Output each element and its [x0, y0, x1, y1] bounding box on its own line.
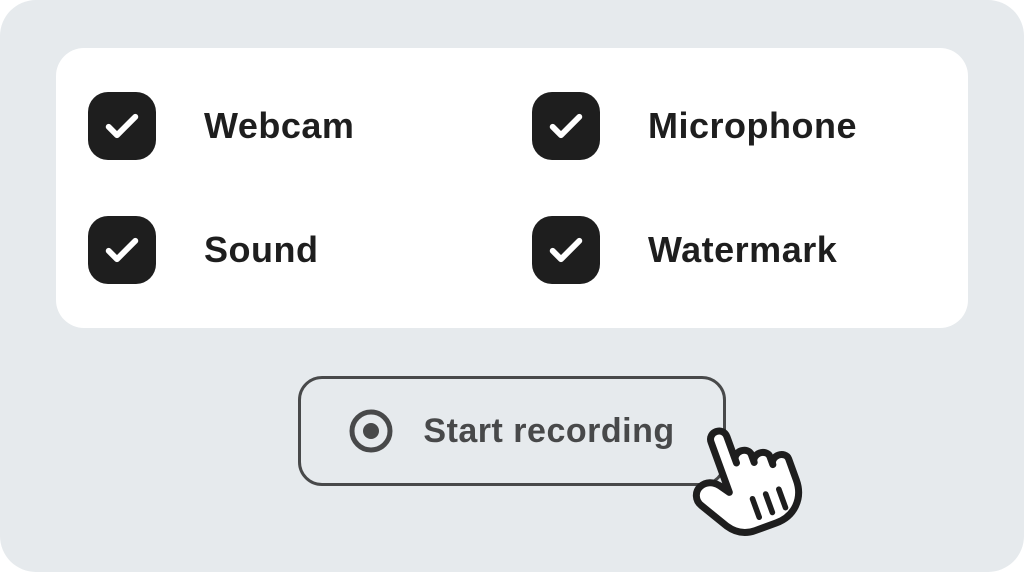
option-webcam[interactable]: Webcam — [88, 92, 492, 160]
checkbox-sound[interactable] — [88, 216, 156, 284]
label-webcam: Webcam — [204, 105, 354, 147]
check-icon — [546, 106, 586, 146]
record-icon — [349, 409, 393, 453]
checkbox-microphone[interactable] — [532, 92, 600, 160]
label-sound: Sound — [204, 229, 318, 271]
label-watermark: Watermark — [648, 229, 837, 271]
start-recording-button[interactable]: Start recording — [298, 376, 725, 486]
option-sound[interactable]: Sound — [88, 216, 492, 284]
option-watermark[interactable]: Watermark — [532, 216, 936, 284]
record-button-label: Start recording — [423, 412, 674, 451]
checkbox-webcam[interactable] — [88, 92, 156, 160]
label-microphone: Microphone — [648, 105, 857, 147]
check-icon — [102, 230, 142, 270]
check-icon — [102, 106, 142, 146]
options-grid: Webcam Microphone Sound — [56, 48, 968, 328]
option-microphone[interactable]: Microphone — [532, 92, 936, 160]
record-button-area: Start recording — [298, 376, 725, 486]
check-icon — [546, 230, 586, 270]
checkbox-watermark[interactable] — [532, 216, 600, 284]
recording-options-panel: Webcam Microphone Sound — [0, 0, 1024, 572]
